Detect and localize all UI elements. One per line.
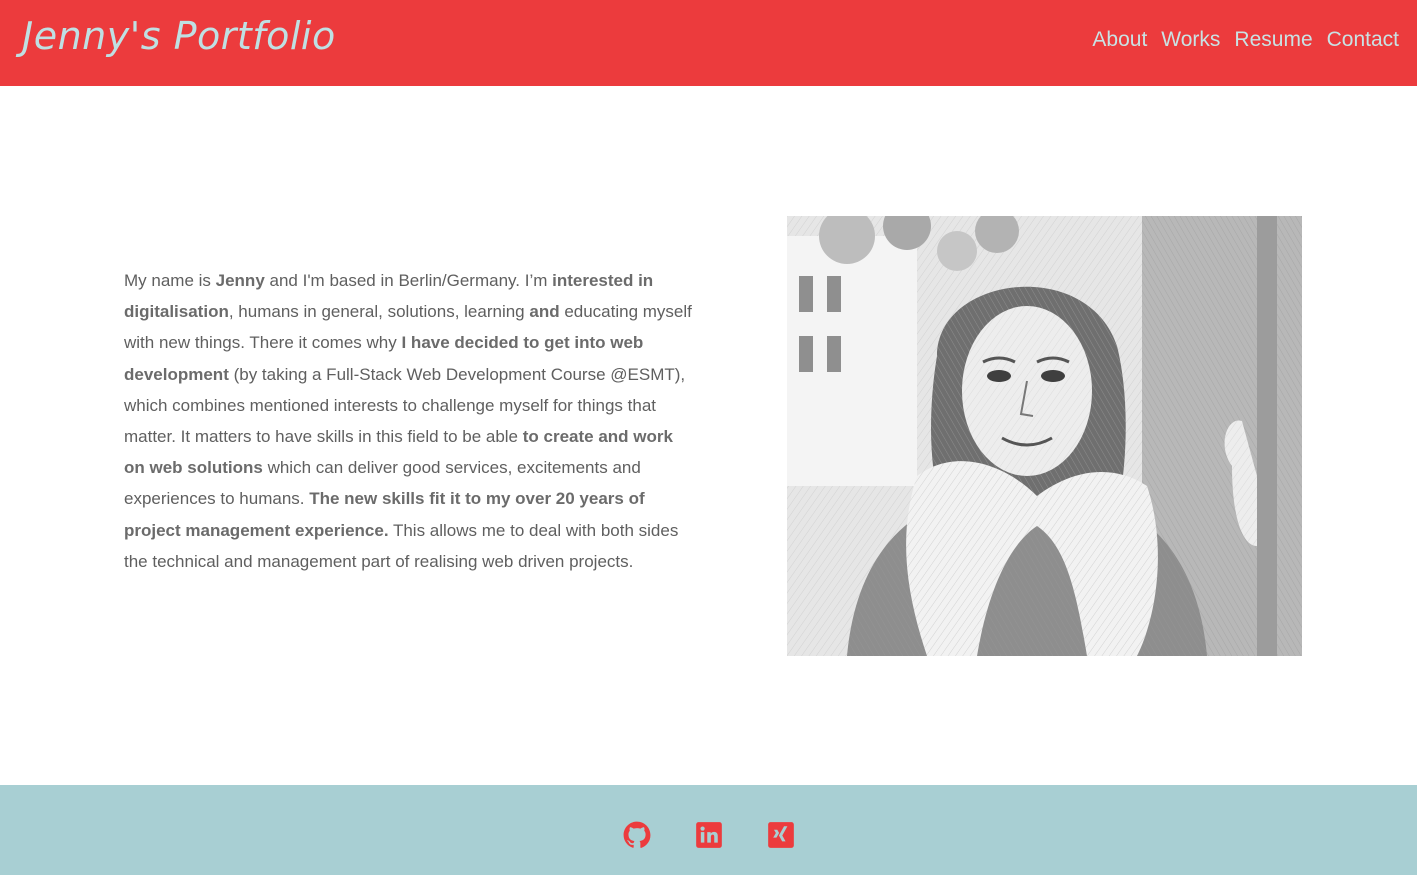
about-emphasis: and	[529, 302, 560, 322]
xing-icon	[767, 822, 794, 848]
nav-contact-link[interactable]: Contact	[1327, 28, 1399, 52]
nav-resume-link[interactable]: Resume	[1234, 28, 1312, 52]
nav-works-link[interactable]: Works	[1161, 28, 1220, 52]
github-icon	[623, 821, 650, 848]
linkedin-icon	[695, 822, 722, 848]
portrait-image	[787, 216, 1302, 656]
about-text-segment: and I'm based in Berlin/Germany. I’m	[264, 271, 553, 290]
site-header: Jenny's Portfolio About Works Resume Con…	[0, 0, 1417, 86]
about-emphasis: Jenny	[215, 271, 265, 290]
main-nav: About Works Resume Contact	[1092, 28, 1399, 52]
portrait-sketch	[787, 216, 1302, 656]
nav-about-link[interactable]: About	[1092, 28, 1147, 52]
linkedin-link[interactable]	[695, 821, 723, 849]
xing-link[interactable]	[767, 821, 795, 849]
about-text-segment: My name is	[124, 271, 216, 290]
about-text-segment: , humans in general, solutions, learning	[228, 302, 530, 322]
brand-logo[interactable]: Jenny's Portfolio	[22, 14, 336, 58]
site-footer	[0, 785, 1417, 875]
about-paragraph: My name is Jenny and I'm based in Berlin…	[124, 265, 696, 577]
social-links	[0, 821, 1417, 849]
github-link[interactable]	[623, 821, 651, 849]
